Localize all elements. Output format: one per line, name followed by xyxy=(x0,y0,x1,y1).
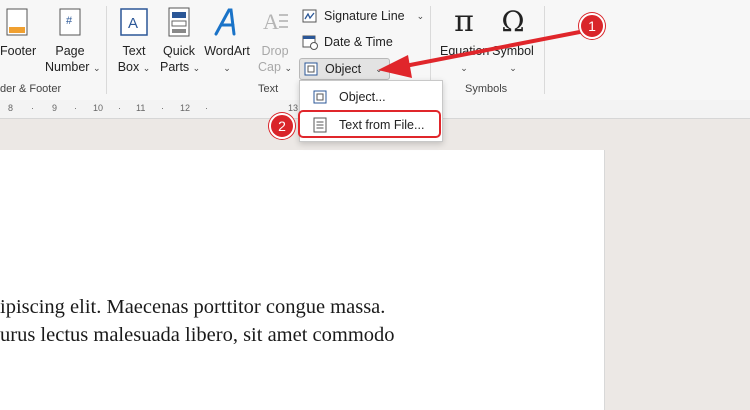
step-badge-2: 2 xyxy=(269,113,295,139)
step-badge-1: 1 xyxy=(579,13,605,39)
annotation-arrow xyxy=(378,28,592,78)
